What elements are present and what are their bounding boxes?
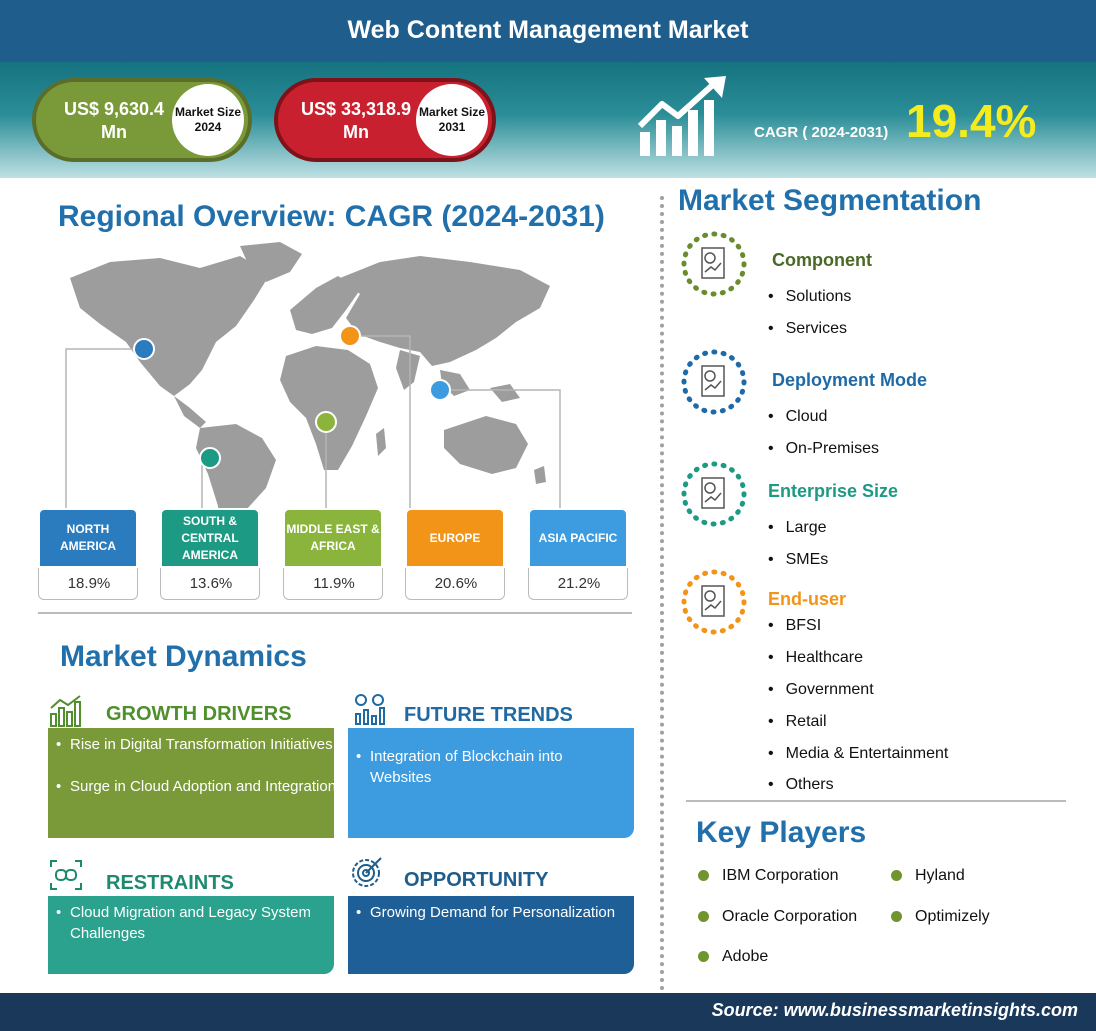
segment-item: SMEs — [768, 551, 829, 569]
region-card-middle-east-africa: MIDDLE EAST & AFRICA 11.9% — [283, 508, 383, 600]
future-trends-box: Integration of Blockchain into Websites — [348, 728, 634, 838]
market-segmentation-title: Market Segmentation — [678, 184, 982, 217]
segment-title-enterprise-size: Enterprise Size — [768, 481, 899, 501]
growth-drivers-title: GROWTH DRIVERS — [106, 703, 292, 725]
key-player-name: Optimizely — [915, 908, 990, 925]
source-bar: Source: www.businessmarketinsights.com — [0, 993, 1096, 1031]
region-cagr: 18.9% — [67, 575, 111, 592]
region-card-europe: EUROPE 20.6% — [405, 508, 505, 600]
section-divider — [686, 800, 1066, 802]
bullet-dot — [891, 911, 902, 922]
opportunity-box: Growing Demand for Personalization — [348, 896, 634, 974]
bullet-dot — [698, 870, 709, 881]
trend-analytics-icon — [355, 694, 385, 725]
broken-chain-icon — [50, 860, 82, 890]
region-name: NORTH AMERICA — [38, 508, 138, 568]
region-name: SOUTH & CENTRAL AMERICA — [160, 508, 260, 568]
growth-chart-icon — [637, 76, 726, 156]
segment-item: Solutions — [768, 288, 852, 306]
end-user-document-icon — [681, 569, 747, 635]
section-divider — [38, 612, 632, 614]
segment-title-end-user: End-user — [768, 589, 847, 609]
market-size-2024-pill: US$ 9,630.4 Mn Market Size 2024 — [32, 78, 252, 162]
key-player-item: Oracle Corporation — [698, 908, 858, 926]
market-size-2031-pill: US$ 33,318.9 Mn Market Size 2031 — [274, 78, 496, 162]
market-dynamics-title: Market Dynamics — [60, 640, 307, 673]
source-text: Source: www.businessmarketinsights.com — [711, 1000, 1078, 1020]
region-name: EUROPE — [405, 508, 505, 568]
key-players-title: Key Players — [696, 816, 867, 849]
growth-driver-item: Surge in Cloud Adoption and Integration — [56, 776, 334, 797]
opportunity-item: Growing Demand for Personalization — [356, 902, 626, 923]
region-card-asia-pacific: ASIA PACIFIC 21.2% — [528, 508, 628, 600]
market-size-2031-value: US$ 33,318.9 Mn — [300, 99, 412, 142]
page-title: Web Content Management Market — [0, 0, 1096, 62]
growth-driver-item: Rise in Digital Transformation Initiativ… — [56, 734, 333, 755]
segment-title-deployment-mode: Deployment Mode — [772, 370, 928, 390]
key-player-item: IBM Corporation — [698, 867, 839, 885]
restraints-title: RESTRAINTS — [106, 872, 234, 894]
region-cagr: 21.2% — [557, 575, 601, 592]
segment-item: Large — [768, 519, 827, 537]
key-player-name: Hyland — [915, 867, 965, 884]
region-name: ASIA PACIFIC — [528, 508, 628, 568]
market-size-2031-label: Market Size 2031 — [416, 84, 488, 156]
future-trend-item: Integration of Blockchain into Websites — [356, 746, 626, 788]
region-cagr: 11.9% — [313, 575, 355, 592]
bar-chart-icon — [50, 695, 81, 727]
key-player-item: Hyland — [891, 867, 965, 885]
segment-item: Services — [768, 320, 847, 338]
cagr-label: CAGR ( 2024-2031) — [754, 124, 889, 141]
segment-item: Others — [768, 776, 834, 794]
key-player-name: Adobe — [722, 948, 769, 965]
segment-item: Government — [768, 681, 874, 699]
segment-item: Cloud — [768, 408, 828, 426]
key-player-name: Oracle Corporation — [722, 908, 858, 925]
opportunity-title: OPPORTUNITY — [404, 869, 549, 891]
key-player-item: Optimizely — [891, 908, 990, 926]
component-document-icon — [681, 231, 747, 297]
market-size-2024-label: Market Size 2024 — [172, 84, 244, 156]
region-card-north-america: NORTH AMERICA 18.9% — [38, 508, 138, 600]
segment-item: On-Premises — [768, 440, 879, 458]
bullet-dot — [698, 911, 709, 922]
segment-item: Media & Entertainment — [768, 745, 949, 763]
region-cagr: 20.6% — [434, 575, 478, 592]
region-cagr: 13.6% — [189, 575, 233, 592]
segment-item: Retail — [768, 713, 827, 731]
restraint-item: Cloud Migration and Legacy System Challe… — [56, 902, 326, 944]
restraints-box: Cloud Migration and Legacy System Challe… — [48, 896, 334, 974]
regional-overview-title: Regional Overview: CAGR (2024-2031) — [58, 200, 605, 233]
target-gear-icon — [352, 857, 382, 887]
key-player-name: IBM Corporation — [722, 867, 839, 884]
market-size-2024-value: US$ 9,630.4 Mn — [63, 99, 165, 142]
bullet-dot — [891, 870, 902, 881]
segment-item: Healthcare — [768, 649, 863, 667]
segment-item: BFSI — [768, 617, 822, 635]
key-player-item: Adobe — [698, 948, 769, 966]
market-stats-band: US$ 9,630.4 Mn Market Size 2024 US$ 33,3… — [0, 62, 1096, 178]
world-map — [65, 242, 561, 534]
future-trends-title: FUTURE TRENDS — [404, 704, 573, 726]
enterprise-document-icon — [681, 461, 747, 527]
cagr-value: 19.4% — [906, 95, 1037, 147]
deployment-document-icon — [681, 349, 747, 415]
region-card-south-central-america: SOUTH & CENTRAL AMERICA 13.6% — [160, 508, 260, 600]
region-name: MIDDLE EAST & AFRICA — [283, 508, 383, 568]
vertical-dotted-divider — [660, 196, 664, 991]
bullet-dot — [698, 951, 709, 962]
segment-title-component: Component — [772, 250, 872, 270]
growth-drivers-box: Rise in Digital Transformation Initiativ… — [48, 728, 334, 838]
